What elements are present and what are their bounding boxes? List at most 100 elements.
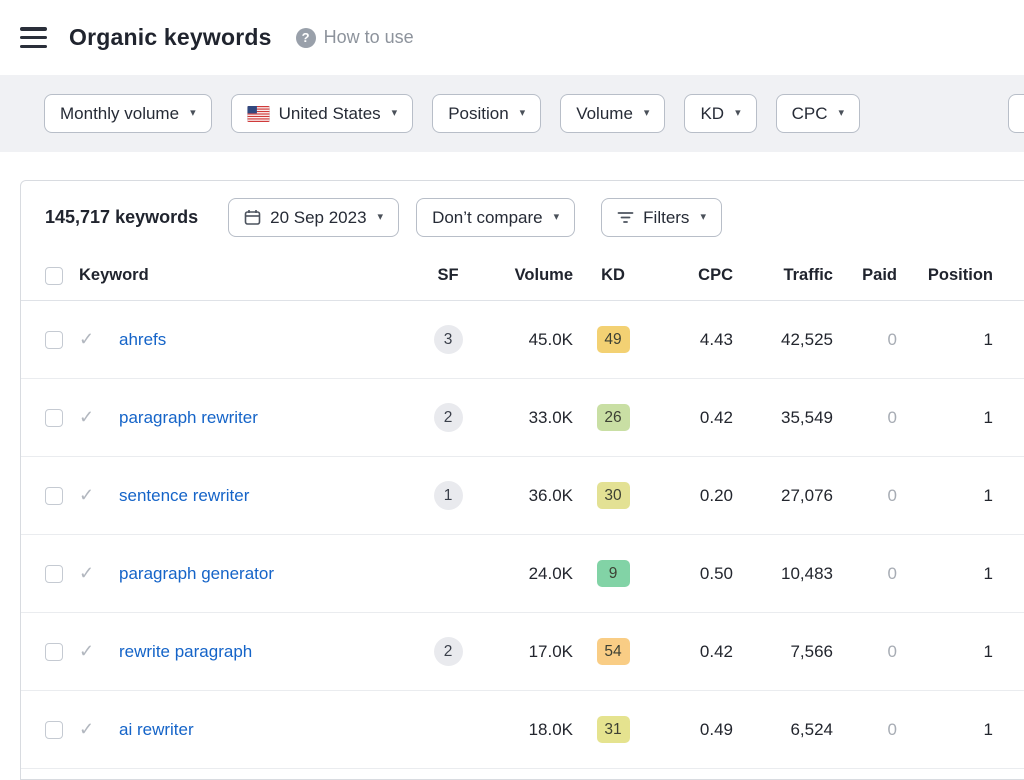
filter-icon <box>617 210 634 225</box>
column-header-position[interactable]: Position <box>928 266 993 285</box>
paid-cell: 0 <box>888 408 897 428</box>
filter-button-label: KD <box>700 104 724 124</box>
hamburger-icon <box>20 27 47 48</box>
traffic-cell: 10,483 <box>781 564 833 584</box>
check-icon: ✓ <box>79 329 94 350</box>
kd-badge: 9 <box>597 560 630 587</box>
row-checkbox[interactable] <box>45 643 63 661</box>
position-cell: 1 <box>984 330 993 350</box>
column-header-cpc[interactable]: CPC <box>698 266 733 285</box>
us-flag-icon <box>247 106 270 122</box>
volume-cell: 17.0K <box>529 642 573 662</box>
cpc-cell: 0.20 <box>700 486 733 506</box>
traffic-cell: 6,524 <box>790 720 833 740</box>
position-cell: 1 <box>984 564 993 584</box>
keywords-count: 145,717 keywords <box>45 207 198 228</box>
filter-button-position[interactable]: Position ▾ <box>432 94 541 133</box>
filters-button[interactable]: Filters ▾ <box>601 198 722 237</box>
traffic-cell: 7,566 <box>790 642 833 662</box>
position-cell: 1 <box>984 408 993 428</box>
sf-badge: 3 <box>434 325 463 354</box>
calendar-icon <box>244 209 261 226</box>
question-icon: ? <box>296 28 316 48</box>
keyword-link[interactable]: paragraph rewriter <box>119 408 258 427</box>
keyword-link[interactable]: sentence rewriter <box>119 486 249 505</box>
filter-button-label: Position <box>448 104 508 124</box>
table-header-row: Keyword SF Volume KD CPC Traffic Paid Po… <box>21 251 1024 301</box>
how-to-use-label: How to use <box>324 27 414 48</box>
table-row: ✓ paragraph generator 24.0K 9 0.50 10,48… <box>21 535 1024 613</box>
filter-button-united-states[interactable]: United States ▾ <box>231 94 414 133</box>
table-row: ✓ paragraph rewriter 2 33.0K 26 0.42 35,… <box>21 379 1024 457</box>
table-row: ✓ rewrite paragraph 2 17.0K 54 0.42 7,56… <box>21 613 1024 691</box>
keyword-link[interactable]: ai rewriter <box>119 720 194 739</box>
page-title: Organic keywords <box>69 24 272 51</box>
filter-button-label: Monthly volume <box>60 104 179 124</box>
date-picker-button[interactable]: 20 Sep 2023 ▾ <box>228 198 399 237</box>
select-all-checkbox[interactable] <box>45 267 63 285</box>
volume-cell: 24.0K <box>529 564 573 584</box>
table-row: ✓ sentence rewriter 1 36.0K 30 0.20 27,0… <box>21 457 1024 535</box>
menu-button[interactable] <box>20 27 47 48</box>
cpc-cell: 4.43 <box>700 330 733 350</box>
how-to-use-link[interactable]: ? How to use <box>296 27 414 48</box>
row-checkbox[interactable] <box>45 487 63 505</box>
column-header-traffic[interactable]: Traffic <box>783 266 833 285</box>
column-header-volume[interactable]: Volume <box>515 266 573 285</box>
filter-button-monthly-volume[interactable]: Monthly volume ▾ <box>44 94 212 133</box>
keyword-link[interactable]: rewrite paragraph <box>119 642 252 661</box>
column-header-kd[interactable]: KD <box>601 266 625 285</box>
position-cell: 1 <box>984 642 993 662</box>
position-cell: 1 <box>984 720 993 740</box>
compare-dropdown[interactable]: Don’t compare ▾ <box>416 198 575 237</box>
chevron-down-icon: ▾ <box>554 212 560 223</box>
row-checkbox[interactable] <box>45 565 63 583</box>
date-label: 20 Sep 2023 <box>270 208 366 228</box>
sf-badge: 2 <box>434 403 463 432</box>
chevron-down-icon: ▾ <box>735 108 741 119</box>
check-icon: ✓ <box>79 407 94 428</box>
filter-button-partial[interactable] <box>1008 94 1024 133</box>
paid-cell: 0 <box>888 330 897 350</box>
filter-button-cpc[interactable]: CPC ▾ <box>776 94 860 133</box>
table-row: ✓ ai rewriter 18.0K 31 0.49 6,524 0 1 <box>21 691 1024 769</box>
row-checkbox[interactable] <box>45 721 63 739</box>
column-header-sf[interactable]: SF <box>437 266 458 285</box>
chevron-down-icon: ▾ <box>839 108 845 119</box>
paid-cell: 0 <box>888 486 897 506</box>
cpc-cell: 0.42 <box>700 642 733 662</box>
top-bar: Organic keywords ? How to use <box>0 0 1024 75</box>
traffic-cell: 27,076 <box>781 486 833 506</box>
sf-badge: 1 <box>434 481 463 510</box>
position-cell: 1 <box>984 486 993 506</box>
table-row: ✓ ahrefs 3 45.0K 49 4.43 42,525 0 1 <box>21 301 1024 379</box>
table-body: ✓ ahrefs 3 45.0K 49 4.43 42,525 0 1 ✓ pa… <box>21 301 1024 769</box>
column-header-paid[interactable]: Paid <box>862 266 897 285</box>
keyword-link[interactable]: paragraph generator <box>119 564 274 583</box>
filters-label: Filters <box>643 208 689 228</box>
chevron-down-icon: ▾ <box>520 108 526 119</box>
filter-button-kd[interactable]: KD ▾ <box>684 94 756 133</box>
chevron-down-icon: ▾ <box>700 212 706 223</box>
traffic-cell: 35,549 <box>781 408 833 428</box>
cpc-cell: 0.42 <box>700 408 733 428</box>
filter-button-volume[interactable]: Volume ▾ <box>560 94 665 133</box>
toolbar: 145,717 keywords 20 Sep 2023 ▾ Don’t com… <box>21 181 1024 251</box>
column-header-keyword[interactable]: Keyword <box>79 266 149 285</box>
filter-button-label: United States <box>279 104 381 124</box>
kd-badge: 54 <box>597 638 630 665</box>
row-checkbox[interactable] <box>45 331 63 349</box>
volume-cell: 36.0K <box>529 486 573 506</box>
keywords-panel: 145,717 keywords 20 Sep 2023 ▾ Don’t com… <box>20 180 1024 780</box>
volume-cell: 45.0K <box>529 330 573 350</box>
check-icon: ✓ <box>79 485 94 506</box>
kd-badge: 31 <box>597 716 630 743</box>
chevron-down-icon: ▾ <box>378 212 384 223</box>
keyword-link[interactable]: ahrefs <box>119 330 166 349</box>
paid-cell: 0 <box>888 564 897 584</box>
traffic-cell: 42,525 <box>781 330 833 350</box>
paid-cell: 0 <box>888 720 897 740</box>
chevron-down-icon: ▾ <box>190 108 196 119</box>
volume-cell: 33.0K <box>529 408 573 428</box>
row-checkbox[interactable] <box>45 409 63 427</box>
